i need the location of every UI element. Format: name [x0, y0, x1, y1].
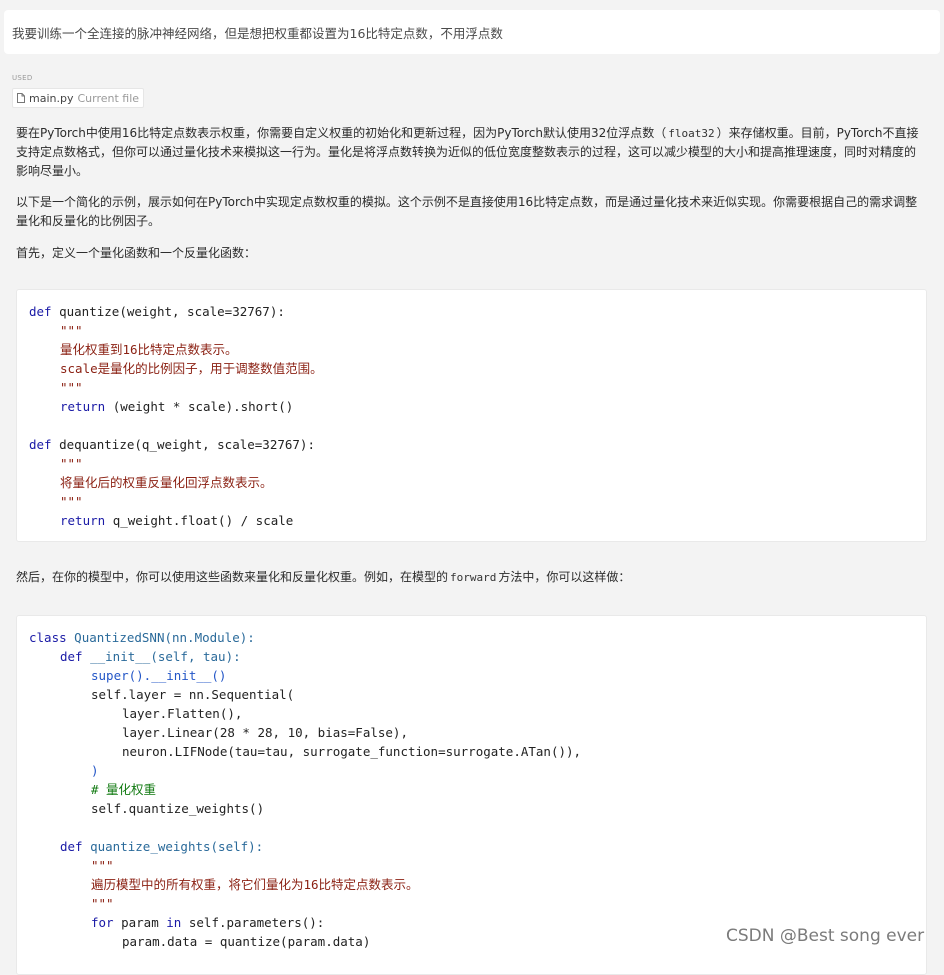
code2-line-10: self.quantize_weights(): [91, 801, 265, 816]
answer-paragraph-4: 然后，在你的模型中，你可以使用这些函数来量化和反量化权重。例如，在模型的 forw…: [16, 568, 924, 587]
answer-p4-text-b: 方法中，你可以这样做：: [498, 570, 631, 584]
context-file-chip[interactable]: main.py Current file: [12, 88, 145, 108]
code2-line-12: """: [91, 858, 114, 873]
code2-line-13: 遍历模型中的所有权重，将它们量化为16比特定点数表示。: [91, 877, 419, 892]
code2-line-15: for param in self.parameters():: [91, 915, 325, 930]
user-message-text: 我要训练一个全连接的脉冲神经网络，但是想把权重都设置为16比特定点数，不用浮点数: [12, 25, 503, 41]
code2-line-11: def quantize_weights(self):: [60, 839, 264, 854]
code1-line-1: def quantize(weight, scale=32767):: [29, 304, 285, 319]
answer-paragraph-3: 首先，定义一个量化函数和一个反量化函数：: [16, 246, 257, 260]
code2-line-1: class QuantizedSNN(nn.Module):: [29, 630, 255, 645]
code1-line-10: """: [60, 494, 83, 509]
file-icon: [17, 93, 25, 103]
code1-line-9: 将量化后的权重反量化回浮点数表示。: [60, 475, 273, 490]
code-block-quantize: def quantize(weight, scale=32767): """ 量…: [16, 289, 927, 542]
code2-line-16: param.data = quantize(param.data): [122, 934, 371, 949]
code2-line-8: ): [91, 763, 99, 778]
answer-paragraph-1: 要在PyTorch中使用16比特定点数表示权重，你需要自定义权重的初始化和更新过…: [16, 124, 924, 181]
code1-line-2: """: [60, 323, 83, 338]
code2-line-7: neuron.LIFNode(tau=tau, surrogate_functi…: [122, 744, 582, 759]
code2-line-5: layer.Flatten(),: [122, 706, 243, 721]
code2-line-3: super().__init__(): [91, 668, 227, 683]
code2-line-2: def __init__(self, tau):: [60, 649, 241, 664]
answer-p4-text-a: 然后，在你的模型中，你可以使用这些函数来量化和反量化权重。例如，在模型的: [16, 570, 449, 584]
code2-line-6: layer.Linear(28 * 28, 10, bias=False),: [122, 725, 408, 740]
code1-line-7: def dequantize(q_weight, scale=32767):: [29, 437, 315, 452]
code1-line-11: return q_weight.float() / scale: [60, 513, 294, 528]
code1-line-5: """: [60, 380, 83, 395]
code1-line-8: """: [60, 456, 83, 471]
context-file-name: main.py: [29, 91, 74, 105]
answer-p1-text-a: 要在PyTorch中使用16比特定点数表示权重，你需要自定义权重的初始化和更新过…: [16, 126, 667, 140]
code2-line-9: # 量化权重: [91, 782, 157, 797]
context-file-note: Current file: [77, 91, 140, 105]
csdn-watermark: CSDN @Best song ever: [726, 926, 925, 946]
code1-line-4: scale是量化的比例因子，用于调整数值范围。: [60, 361, 323, 376]
answer-paragraph-2: 以下是一个简化的示例，展示如何在PyTorch中实现定点数权重的模拟。这个示例不…: [16, 195, 918, 228]
code1-line-6: return (weight * scale).short(): [60, 399, 294, 414]
user-message: 我要训练一个全连接的脉冲神经网络，但是想把权重都设置为16比特定点数，不用浮点数: [4, 10, 940, 54]
code2-line-14: """: [91, 896, 114, 911]
code-block-model: class QuantizedSNN(nn.Module): def __ini…: [16, 615, 927, 975]
inline-code-forward: forward: [450, 571, 497, 584]
code1-line-3: 量化权重到16比特定点数表示。: [60, 342, 238, 357]
inline-code-float32: float32: [668, 127, 715, 140]
used-label: USED: [12, 74, 33, 82]
code2-line-4: self.layer = nn.Sequential(: [91, 687, 295, 702]
